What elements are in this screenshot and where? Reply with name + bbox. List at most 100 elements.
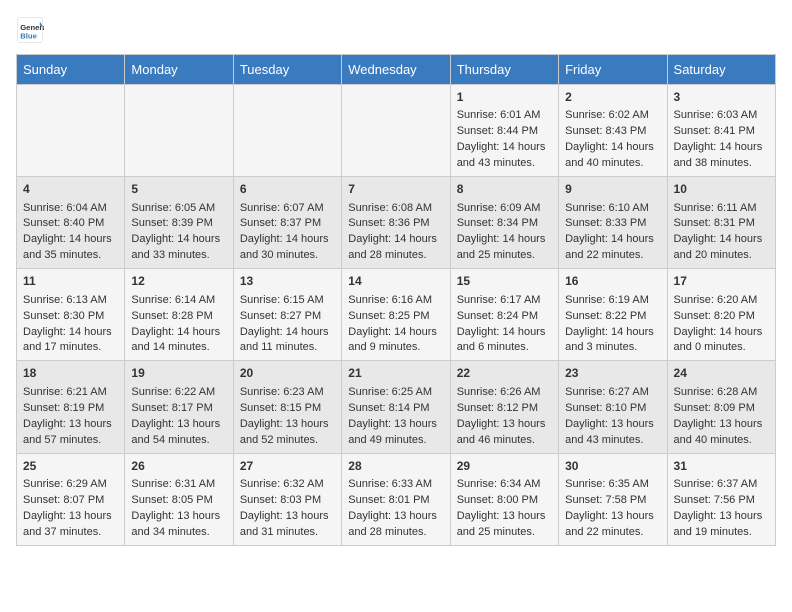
day-info: Sunrise: 6:04 AM xyxy=(23,201,118,217)
day-number: 16 xyxy=(565,273,660,290)
day-info: Sunrise: 6:32 AM xyxy=(240,477,335,493)
day-info: and 3 minutes. xyxy=(565,340,660,356)
calendar-week-row: 18Sunrise: 6:21 AMSunset: 8:19 PMDayligh… xyxy=(17,361,776,453)
day-info: Sunrise: 6:15 AM xyxy=(240,293,335,309)
day-info: Sunrise: 6:28 AM xyxy=(674,385,769,401)
day-info: Sunrise: 6:31 AM xyxy=(131,477,226,493)
day-info: and 49 minutes. xyxy=(348,433,443,449)
day-info: and 22 minutes. xyxy=(565,248,660,264)
day-info: Sunset: 8:41 PM xyxy=(674,124,769,140)
day-info: Daylight: 14 hours xyxy=(457,140,552,156)
day-info: Sunset: 8:27 PM xyxy=(240,309,335,325)
day-info: Sunrise: 6:23 AM xyxy=(240,385,335,401)
svg-text:Blue: Blue xyxy=(20,31,37,40)
day-number: 25 xyxy=(23,458,118,475)
day-info: Sunset: 7:58 PM xyxy=(565,493,660,509)
weekday-header: Sunday xyxy=(17,55,125,85)
day-info: and 38 minutes. xyxy=(674,156,769,172)
day-info: Sunset: 8:03 PM xyxy=(240,493,335,509)
day-info: Sunset: 8:25 PM xyxy=(348,309,443,325)
day-info: Sunrise: 6:05 AM xyxy=(131,201,226,217)
day-info: and 40 minutes. xyxy=(674,433,769,449)
day-info: Daylight: 13 hours xyxy=(674,417,769,433)
day-info: and 9 minutes. xyxy=(348,340,443,356)
day-info: Sunrise: 6:25 AM xyxy=(348,385,443,401)
day-info: Sunset: 8:20 PM xyxy=(674,309,769,325)
weekday-header: Tuesday xyxy=(233,55,341,85)
day-info: Daylight: 14 hours xyxy=(457,232,552,248)
day-info: Daylight: 13 hours xyxy=(23,509,118,525)
day-info: Sunrise: 6:26 AM xyxy=(457,385,552,401)
day-info: and 52 minutes. xyxy=(240,433,335,449)
day-info: Daylight: 14 hours xyxy=(565,140,660,156)
day-number: 2 xyxy=(565,89,660,106)
day-info: Sunset: 8:33 PM xyxy=(565,216,660,232)
day-info: and 34 minutes. xyxy=(131,525,226,541)
day-number: 5 xyxy=(131,181,226,198)
day-info: Daylight: 13 hours xyxy=(131,417,226,433)
calendar-cell: 25Sunrise: 6:29 AMSunset: 8:07 PMDayligh… xyxy=(17,453,125,545)
day-number: 19 xyxy=(131,365,226,382)
day-info: and 25 minutes. xyxy=(457,525,552,541)
weekday-header: Thursday xyxy=(450,55,558,85)
day-info: Sunrise: 6:08 AM xyxy=(348,201,443,217)
weekday-header: Saturday xyxy=(667,55,775,85)
day-number: 20 xyxy=(240,365,335,382)
calendar-cell: 2Sunrise: 6:02 AMSunset: 8:43 PMDaylight… xyxy=(559,85,667,177)
calendar-cell: 1Sunrise: 6:01 AMSunset: 8:44 PMDaylight… xyxy=(450,85,558,177)
day-number: 29 xyxy=(457,458,552,475)
day-info: Sunrise: 6:21 AM xyxy=(23,385,118,401)
calendar-cell xyxy=(233,85,341,177)
calendar-cell: 27Sunrise: 6:32 AMSunset: 8:03 PMDayligh… xyxy=(233,453,341,545)
day-info: Daylight: 13 hours xyxy=(240,417,335,433)
day-info: Daylight: 14 hours xyxy=(131,232,226,248)
day-info: and 20 minutes. xyxy=(674,248,769,264)
logo-icon: General Blue xyxy=(16,16,44,44)
day-number: 28 xyxy=(348,458,443,475)
day-info: and 30 minutes. xyxy=(240,248,335,264)
calendar-week-row: 1Sunrise: 6:01 AMSunset: 8:44 PMDaylight… xyxy=(17,85,776,177)
calendar-cell: 20 Sunrise: 6:23 AMSunset: 8:15 PMDayligh… xyxy=(233,361,341,453)
day-info: Daylight: 13 hours xyxy=(348,509,443,525)
day-number: 1 xyxy=(457,89,552,106)
calendar-cell: 3Sunrise: 6:03 AMSunset: 8:41 PMDaylight… xyxy=(667,85,775,177)
calendar-cell: 4Sunrise: 6:04 AMSunset: 8:40 PMDaylight… xyxy=(17,177,125,269)
day-info: Daylight: 14 hours xyxy=(240,232,335,248)
day-info: Sunset: 8:05 PM xyxy=(131,493,226,509)
day-info: Sunset: 8:30 PM xyxy=(23,309,118,325)
day-info: Sunrise: 6:33 AM xyxy=(348,477,443,493)
calendar-cell: 26Sunrise: 6:31 AMSunset: 8:05 PMDayligh… xyxy=(125,453,233,545)
day-info: Sunrise: 6:09 AM xyxy=(457,201,552,217)
day-info: and 25 minutes. xyxy=(457,248,552,264)
calendar-cell: 17Sunrise: 6:20 AMSunset: 8:20 PMDayligh… xyxy=(667,269,775,361)
day-number: 21 xyxy=(348,365,443,382)
day-info: Sunrise: 6:20 AM xyxy=(674,293,769,309)
day-info: and 31 minutes. xyxy=(240,525,335,541)
day-info: Sunset: 8:12 PM xyxy=(457,401,552,417)
day-info: Sunrise: 6:37 AM xyxy=(674,477,769,493)
day-info: Sunset: 8:15 PM xyxy=(240,401,335,417)
day-info: Daylight: 13 hours xyxy=(674,509,769,525)
day-number: 13 xyxy=(240,273,335,290)
day-info: Sunset: 8:07 PM xyxy=(23,493,118,509)
day-info: Sunrise: 6:34 AM xyxy=(457,477,552,493)
weekday-header: Friday xyxy=(559,55,667,85)
day-info: and 11 minutes. xyxy=(240,340,335,356)
header-row: SundayMondayTuesdayWednesdayThursdayFrid… xyxy=(17,55,776,85)
day-info: Sunrise: 6:22 AM xyxy=(131,385,226,401)
day-number: 10 xyxy=(674,181,769,198)
day-number: 6 xyxy=(240,181,335,198)
day-info: Daylight: 13 hours xyxy=(565,417,660,433)
day-number: 17 xyxy=(674,273,769,290)
day-info: Daylight: 13 hours xyxy=(457,417,552,433)
day-number: 24 xyxy=(674,365,769,382)
day-number: 11 xyxy=(23,273,118,290)
day-info: and 19 minutes. xyxy=(674,525,769,541)
day-info: Sunrise: 6:11 AM xyxy=(674,201,769,217)
day-info: Daylight: 14 hours xyxy=(23,325,118,341)
day-info: Sunset: 8:19 PM xyxy=(23,401,118,417)
day-info: Daylight: 14 hours xyxy=(674,232,769,248)
day-info: Sunset: 8:24 PM xyxy=(457,309,552,325)
day-info: Sunrise: 6:17 AM xyxy=(457,293,552,309)
day-number: 27 xyxy=(240,458,335,475)
